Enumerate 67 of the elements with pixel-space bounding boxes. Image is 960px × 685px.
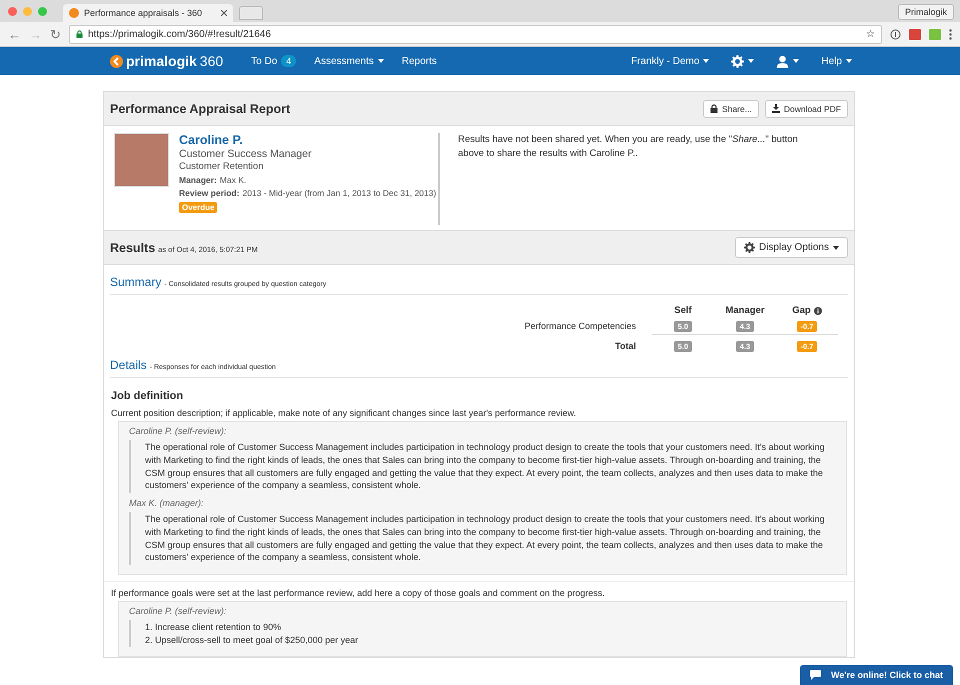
response-text: The operational role of Customer Success Management includes participation in technology product design to create the tools that your customers need. It's about working with Marketing to find the right kinds of leads, the ones that Sales can bring into the company to become first-tier high-value assets. Through on-boarding and training, the CSM group ensures that all customers are fully engaged and getting the value that they expect. At every point, the team collects, analyzes and then uses data to make the customers' experience of the company a seamless, consistent whole. (129, 512, 836, 566)
settings-icon (744, 242, 755, 253)
results-title: Results (110, 240, 156, 254)
share-button[interactable]: Share... (703, 100, 759, 118)
photo-placeholder (114, 133, 169, 187)
download-button[interactable]: Download PDF (764, 100, 848, 118)
chat-bubble-icon (810, 670, 821, 680)
category-label: Performance Competencies (524, 321, 636, 332)
question-text: If performance goals were set at the last performance review, add here a copy of those goals and comment on the progress. (111, 588, 606, 598)
address-bar[interactable]: https://primalogik.com/360/#!result/21646 ☆ (69, 24, 882, 44)
column-header: Gap (792, 305, 811, 316)
goal-item: 2. Upsell/cross-sell to meet goal of $250,000 per year (145, 634, 358, 646)
goal-item: 1. Increase client retention to 90% (145, 621, 282, 634)
caret-icon (833, 246, 839, 250)
column-header: Self (674, 305, 692, 316)
manager-name: Max K. (220, 175, 246, 185)
status-badge: Overdue (179, 202, 218, 213)
nav-link[interactable]: Reports (402, 56, 437, 66)
review-period: 2013 - Mid-year (from Jan 1, 2013 to Dec 31, 2013) (242, 188, 436, 198)
extension-icon[interactable] (909, 28, 921, 40)
download-icon (772, 104, 780, 113)
nav-menu[interactable]: Help (821, 54, 852, 68)
lock-icon (710, 104, 718, 113)
count-badge: 4 (281, 55, 296, 67)
logo-suffix: 360 (200, 53, 224, 69)
response-author: Caroline P. (self-review): (129, 606, 228, 616)
share-notice: Results have not been shared yet. When you are ready, use the "Share..." button above to share the results with Caroline P.. (457, 133, 799, 161)
menu-icon[interactable] (949, 28, 952, 40)
total-label: Total (615, 340, 636, 351)
site-icon (69, 8, 79, 18)
section-title: Summary (110, 275, 162, 289)
display-options-button[interactable]: Display Options (734, 237, 848, 258)
nav-menu[interactable]: Assessments (314, 56, 384, 66)
back-button[interactable]: ← (8, 28, 21, 40)
column-header: Manager (725, 305, 765, 316)
info-icon[interactable] (814, 306, 822, 314)
department: Customer Retention (179, 161, 264, 172)
reload-button[interactable]: ↻ (50, 28, 61, 40)
employee-name[interactable]: Caroline P. (179, 133, 436, 147)
settings-menu[interactable] (731, 54, 754, 68)
caret-icon (378, 59, 384, 63)
user-menu[interactable] (776, 54, 800, 68)
section-title: Details (110, 358, 147, 372)
question-text: Current position description; if applicable, make note of any significant changes since last year's performance review. (111, 408, 577, 418)
job-title: Customer Success Manager (179, 148, 312, 160)
nav-link[interactable]: To Do 4 (251, 55, 296, 67)
question-category: Job definition (111, 390, 184, 402)
logo-text[interactable]: primalogik (126, 53, 197, 69)
caret-icon (703, 59, 710, 63)
close-icon[interactable] (221, 10, 227, 16)
review-period-label: Review period: (179, 188, 240, 198)
report-title: Performance Appraisal Report (110, 102, 292, 116)
response-text: The operational role of Customer Success Management includes participation in technology product design to create the tools that your customers need. It's about working with Marketing to find the right kinds of leads, the ones that Sales can bring into the company to become first-tier high-value assets. Through on-boarding and training, the CSM group ensures that all customers are fully engaged and getting the value that they expect. At every point, the team collects, analyzes and then uses data to make the customers' experience of the company a seamless, consistent whole. (129, 440, 836, 494)
caret-icon (793, 59, 800, 63)
bookmark-star-button[interactable]: ☆ (866, 28, 875, 40)
lock-icon (76, 30, 83, 38)
manager-label: Manager: (179, 175, 217, 185)
info-icon[interactable] (890, 28, 901, 40)
caret-icon (748, 59, 754, 63)
chat-button[interactable]: We're online! Click to chat (800, 665, 953, 685)
browser-tab[interactable]: Performance appraisals - 360 (63, 4, 233, 22)
response-author: Caroline P. (self-review): (129, 426, 228, 436)
caret-icon (846, 59, 852, 63)
profile-button[interactable]: Primalogik (898, 4, 954, 20)
logo-icon (110, 54, 123, 68)
response-author: Max K. (manager): (129, 498, 205, 508)
nav-menu[interactable]: Frankly - Demo (631, 54, 710, 68)
